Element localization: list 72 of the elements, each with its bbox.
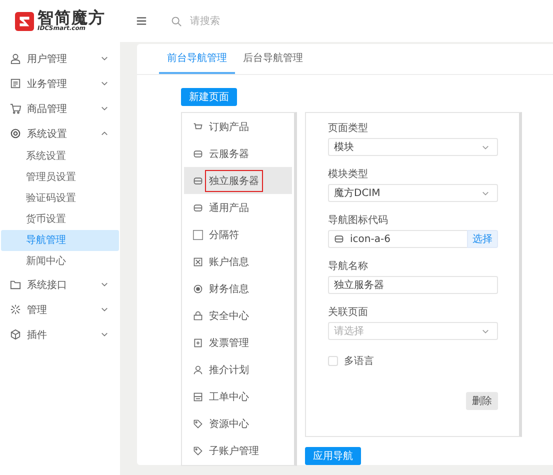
- checkbox-label: 多语言: [344, 354, 374, 368]
- user-icon: [10, 53, 21, 64]
- menu-icon[interactable]: [136, 16, 147, 26]
- chevron-icon: [101, 106, 108, 111]
- square-icon: [193, 230, 203, 240]
- folder-icon: [10, 279, 21, 290]
- sidebar-item[interactable]: 系统设置: [0, 121, 120, 146]
- nav-list-item[interactable]: 推介计划: [182, 356, 294, 383]
- nav-list-item[interactable]: 财务信息: [182, 275, 294, 302]
- nav-list-item[interactable]: 工单中心: [182, 383, 294, 410]
- sidebar-subitem[interactable]: 新闻中心: [1, 251, 119, 272]
- nav-list-item[interactable]: 资源中心: [182, 410, 294, 437]
- icon-code-field[interactable]: icon-a-6: [328, 230, 467, 248]
- search-icon: [171, 16, 182, 26]
- sidebar-item[interactable]: 商品管理: [0, 96, 120, 121]
- checkbox[interactable]: [328, 356, 338, 366]
- doc-icon: [193, 338, 203, 348]
- field-label: 导航名称: [328, 260, 369, 274]
- sidebar-subitem[interactable]: 货币设置: [1, 209, 119, 230]
- tab[interactable]: 前台导航管理: [159, 44, 235, 74]
- field-label: 页面类型: [328, 122, 369, 136]
- nav-list-item[interactable]: 账户信息: [182, 248, 294, 275]
- nav-list-item[interactable]: 安全中心: [182, 302, 294, 329]
- nav-list-item[interactable]: 独立服务器: [184, 167, 292, 194]
- chevron-icon: [101, 307, 108, 312]
- star-icon: [10, 304, 21, 315]
- nav-list-item[interactable]: 通用产品: [182, 194, 294, 221]
- chevron-icon: [482, 328, 489, 334]
- sidebar-subitem[interactable]: 管理员设置: [1, 167, 119, 188]
- sidebar-item[interactable]: 业务管理: [0, 71, 120, 96]
- chevron-icon: [482, 144, 489, 150]
- server-icon: [193, 176, 203, 186]
- sidebar-item[interactable]: 插件: [0, 322, 120, 347]
- cart-icon: [193, 122, 203, 132]
- lock-icon: [193, 310, 203, 320]
- field-label: 模块类型: [328, 168, 369, 182]
- user-icon: [193, 364, 203, 374]
- nav-list-item[interactable]: 订购产品: [182, 113, 294, 140]
- cart-icon: [10, 103, 21, 114]
- tag-icon: [193, 418, 203, 428]
- text-field[interactable]: 独立服务器: [328, 276, 498, 294]
- nav-list-item[interactable]: 子账户管理: [182, 437, 294, 464]
- logo-text: 智简魔方: [38, 10, 106, 26]
- sidebar-item[interactable]: 管理: [0, 297, 120, 322]
- chevron-icon: [101, 56, 108, 61]
- circle-icon: [193, 284, 203, 294]
- search-field[interactable]: 请搜索: [188, 14, 292, 28]
- nav-list-item[interactable]: 云服务器: [182, 140, 294, 167]
- server-icon: [193, 148, 203, 158]
- sidebar-subitem[interactable]: 验证码设置: [1, 188, 119, 209]
- logo-icon: [14, 12, 34, 30]
- sidebar-item[interactable]: 用户管理: [0, 46, 120, 71]
- sidebar-subitem[interactable]: 系统设置: [1, 146, 119, 167]
- chevron-icon: [101, 131, 108, 136]
- chevron-icon: [101, 81, 108, 86]
- select-field[interactable]: 魔方DCIM: [328, 184, 498, 202]
- tab[interactable]: 后台导航管理: [235, 44, 311, 74]
- select-field[interactable]: 模块: [328, 138, 498, 156]
- field-label: 导航图标代码: [328, 214, 389, 228]
- cube-icon: [10, 329, 21, 340]
- server-icon: [193, 202, 203, 212]
- tag-icon: [193, 446, 203, 456]
- delete-button[interactable]: 删除: [466, 392, 498, 410]
- field-label: 关联页面: [328, 306, 369, 320]
- sidebar-item[interactable]: 系统接口: [0, 272, 120, 297]
- chevron-icon: [101, 282, 108, 287]
- server-icon: [334, 234, 344, 244]
- nav-list-item[interactable]: 发票管理: [182, 329, 294, 356]
- chevron-icon: [101, 332, 108, 337]
- chevron-icon: [482, 190, 489, 196]
- nav-list-item[interactable]: 分隔符: [182, 221, 294, 248]
- doc-icon: [10, 78, 21, 89]
